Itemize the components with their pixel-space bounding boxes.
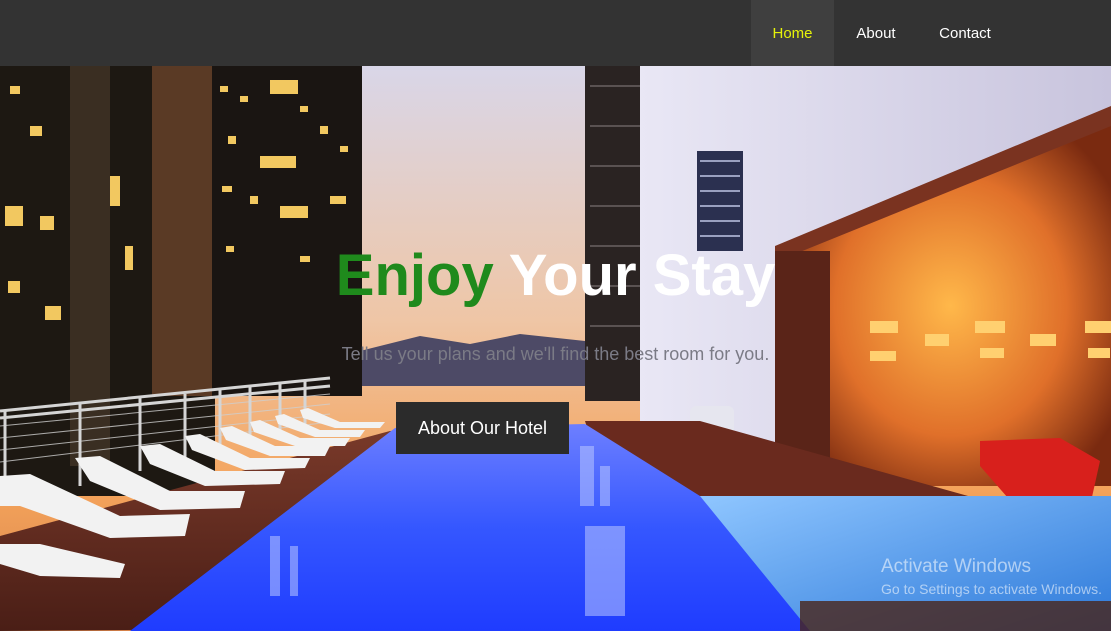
main-nav: Home About Contact bbox=[751, 0, 1012, 66]
about-our-hotel-button[interactable]: About Our Hotel bbox=[396, 402, 569, 454]
nav-about-link[interactable]: About bbox=[834, 0, 918, 66]
watermark-subtitle: Go to Settings to activate Windows. bbox=[881, 581, 1102, 597]
hero-title: Enjoy Your Stay bbox=[0, 242, 1111, 309]
hero-subtitle: Tell us your plans and we'll find the be… bbox=[341, 344, 770, 364]
watermark-title: Activate Windows bbox=[881, 556, 1031, 577]
windows-activation-watermark: Activate Windows Go to Settings to activ… bbox=[881, 556, 1102, 597]
hero-title-main: Your Stay bbox=[508, 243, 776, 308]
top-navbar: Home About Contact bbox=[0, 0, 1111, 66]
nav-home-link[interactable]: Home bbox=[751, 0, 834, 66]
nav-contact-link[interactable]: Contact bbox=[918, 0, 1012, 66]
hero-section: Enjoy Your Stay Tell us your plans and w… bbox=[0, 66, 1111, 631]
hero-title-accent: Enjoy bbox=[335, 243, 494, 308]
